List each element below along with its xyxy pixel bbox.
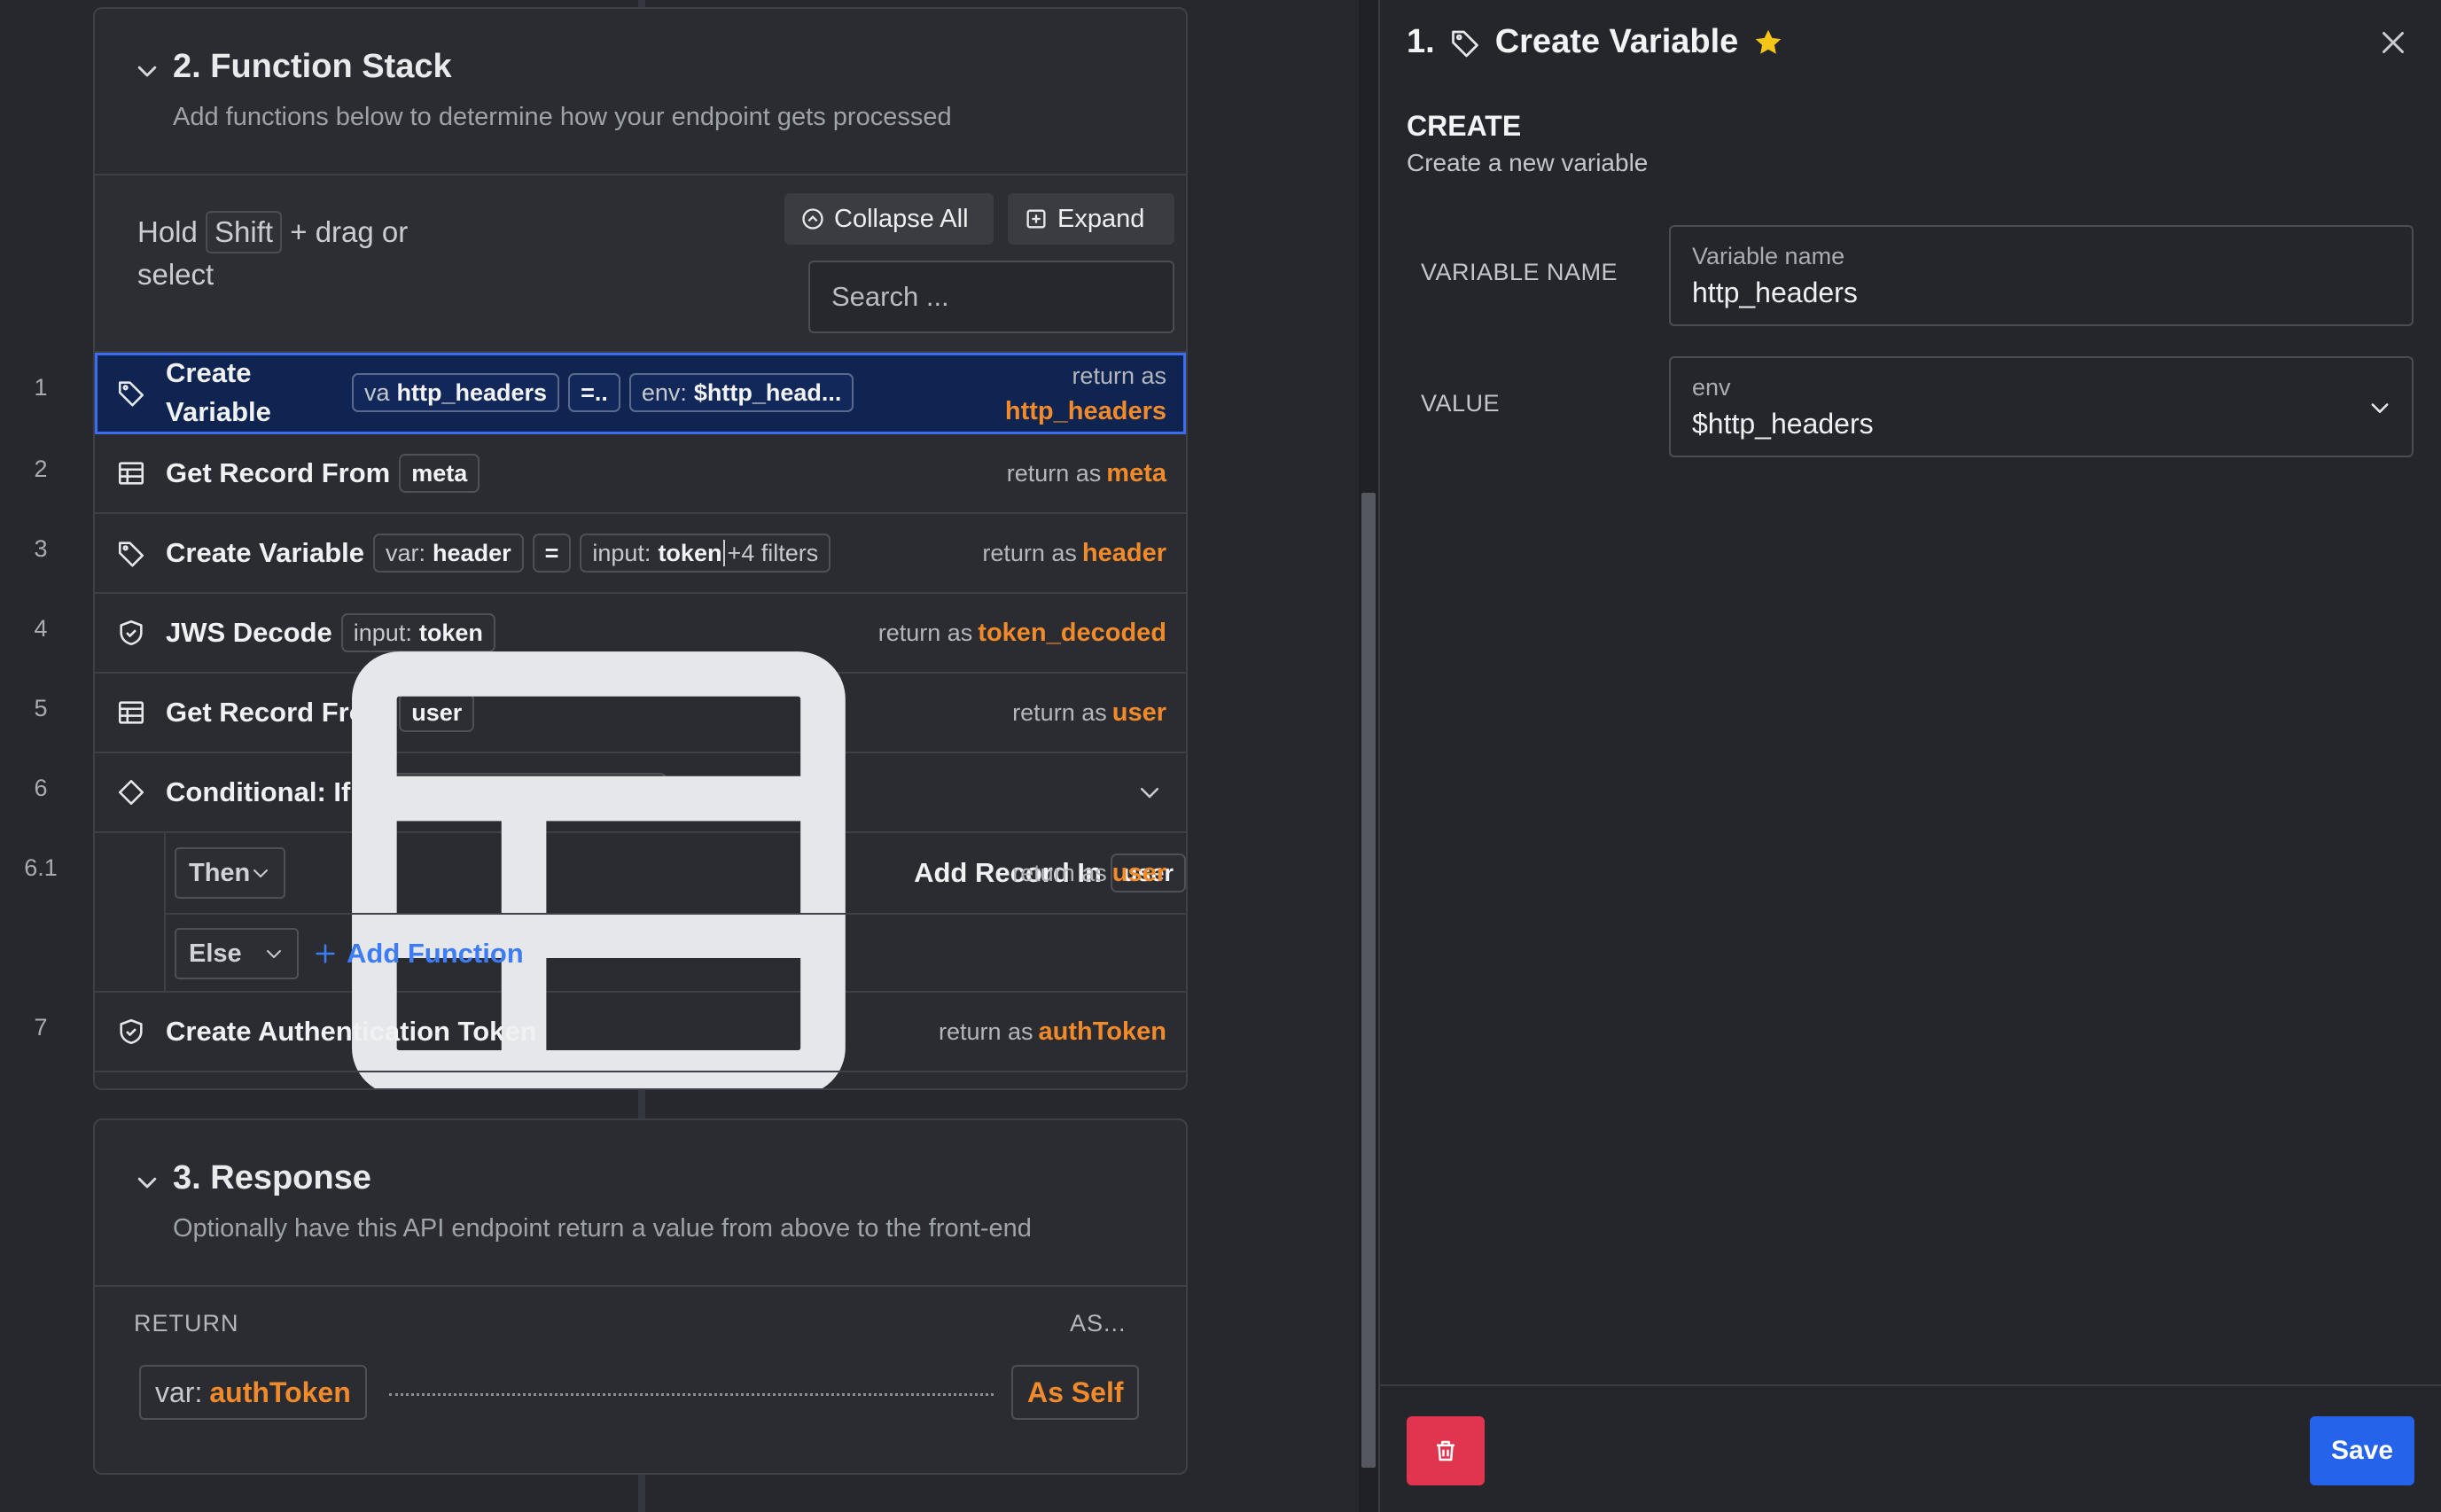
- close-icon[interactable]: [2377, 27, 2409, 58]
- row-number: 1: [34, 374, 48, 401]
- edit-function-panel: 1. Create Variable CREATE Create a new v…: [1378, 0, 2441, 1512]
- response-header: 3. Response Optionally have this API end…: [95, 1120, 1186, 1287]
- return-as: return as header: [982, 538, 1166, 567]
- shield-icon: [120, 620, 143, 646]
- chevron-down-icon[interactable]: [2367, 395, 2392, 420]
- response-card: 3. Response Optionally have this API end…: [93, 1118, 1188, 1475]
- field-value: $http_headers: [1692, 408, 1874, 440]
- as-column-header: AS...: [1070, 1310, 1127, 1337]
- star-icon[interactable]: [1752, 27, 1784, 58]
- response-table: RETURN AS... var: authToken As Self: [95, 1287, 1186, 1473]
- value-label: VALUE: [1421, 390, 1501, 417]
- as-self-pill[interactable]: As Self: [1011, 1365, 1140, 1420]
- drag-hint: Hold Shift + drag or select: [137, 211, 474, 296]
- section-title: 2. Function Stack: [173, 48, 452, 85]
- branch-else-row: Else Add Function: [166, 913, 1186, 993]
- return-as: return as user: [1012, 858, 1166, 887]
- search-input[interactable]: [808, 261, 1174, 333]
- conditional-branches: Then Add Record In user return as user El…: [95, 651, 1186, 1088]
- function-row-get-record[interactable]: Get Record From meta return as meta: [95, 434, 1186, 514]
- return-column-header: RETURN: [134, 1310, 239, 1337]
- function-name: Create Variable: [166, 537, 365, 568]
- variable-pill[interactable]: var: header: [373, 534, 524, 573]
- row-number: 6.1: [24, 854, 58, 881]
- function-name: Create Variable: [166, 357, 271, 427]
- row-number: 6: [34, 775, 48, 801]
- return-as: return as authToken: [938, 1017, 1166, 1046]
- section-subtitle: Add functions below to determine how you…: [173, 103, 952, 131]
- function-canvas: 1 2 3 4 5 6 6.1 7 2. Function Stack Add …: [0, 0, 1359, 1512]
- function-stack-toolbar: Hold Shift + drag or select Collapse All…: [95, 175, 1186, 353]
- branch-then-row[interactable]: Then Add Record In user return as user: [166, 651, 1186, 1088]
- field-label: env: [1692, 374, 1731, 401]
- row-number: 7: [34, 1014, 48, 1040]
- tag-icon: [118, 381, 144, 407]
- shield-icon: [120, 1018, 143, 1045]
- table-pill[interactable]: meta: [399, 454, 480, 493]
- dotted-connector: [389, 1393, 994, 1396]
- row-number: 5: [34, 695, 48, 721]
- chevron-down-icon: [253, 869, 269, 877]
- chevron-down-icon[interactable]: [1136, 779, 1163, 806]
- shift-key: Shift: [206, 211, 283, 253]
- variable-name-label: VARIABLE NAME: [1421, 259, 1618, 285]
- return-as: return as user: [1012, 698, 1166, 727]
- return-as: return as token_decoded: [877, 618, 1166, 647]
- panel-title: 1. Create Variable: [1407, 23, 1784, 61]
- plus-icon: [316, 944, 335, 963]
- function-name: Get Record From: [166, 457, 391, 488]
- value-pill[interactable]: env: $http_head...: [628, 373, 854, 412]
- expand-button[interactable]: Expand: [1008, 193, 1174, 245]
- function-stack-header: 2. Function Stack Add functions below to…: [95, 9, 1186, 175]
- return-value-pill[interactable]: var: authToken: [139, 1365, 367, 1420]
- table-icon: [118, 701, 144, 724]
- expand-icon: [1026, 209, 1046, 229]
- else-select[interactable]: Else: [175, 928, 299, 979]
- return-as: return as http_headers: [1004, 362, 1166, 425]
- variable-pill[interactable]: va http_headers: [352, 373, 560, 412]
- section-description: Create a new variable: [1407, 149, 1649, 176]
- field-value: http_headers: [1692, 277, 1858, 308]
- diamond-icon: [118, 779, 144, 806]
- value-pill[interactable]: input: token +4 filters: [580, 534, 831, 573]
- section-subtitle: Optionally have this API endpoint return…: [173, 1214, 1032, 1243]
- scrollbar-thumb[interactable]: [1361, 493, 1376, 1468]
- then-select[interactable]: Then: [175, 847, 286, 899]
- chevron-down-icon[interactable]: [134, 1169, 160, 1196]
- tag-icon: [1451, 30, 1478, 57]
- value-field[interactable]: env $http_headers: [1669, 356, 2414, 457]
- save-button[interactable]: Save: [2310, 1416, 2414, 1485]
- function-name: Create Authentication Token: [166, 1016, 537, 1047]
- delete-button[interactable]: [1407, 1416, 1485, 1485]
- operator-pill[interactable]: =: [532, 534, 572, 573]
- table-icon: [118, 462, 144, 485]
- trash-icon: [1437, 1440, 1454, 1461]
- section-title: 3. Response: [173, 1159, 371, 1196]
- variable-name-field[interactable]: Variable name http_headers: [1669, 225, 2414, 326]
- function-row-create-auth-token[interactable]: Create Authentication Token return as aut…: [95, 993, 1186, 1072]
- collapse-all-button[interactable]: Collapse All: [784, 193, 994, 245]
- operator-pill[interactable]: =..: [568, 373, 620, 412]
- row-number: 2: [34, 456, 48, 482]
- function-stack-card: 2. Function Stack Add functions below to…: [93, 7, 1188, 1090]
- field-label: Variable name: [1692, 243, 1845, 269]
- collapse-icon: [802, 208, 823, 230]
- return-as: return as meta: [1006, 458, 1166, 487]
- add-function-button[interactable]: Add Function: [313, 938, 524, 970]
- tag-icon: [118, 542, 144, 567]
- panel-footer: Save: [1380, 1384, 2441, 1512]
- section-heading: CREATE: [1407, 110, 1522, 142]
- row-number: 3: [34, 535, 48, 562]
- row-number: 4: [34, 615, 48, 642]
- chevron-down-icon[interactable]: [134, 58, 160, 84]
- function-row-create-variable[interactable]: Create Variable va http_headers =.. env: $…: [95, 353, 1186, 434]
- chevron-down-icon: [267, 950, 281, 958]
